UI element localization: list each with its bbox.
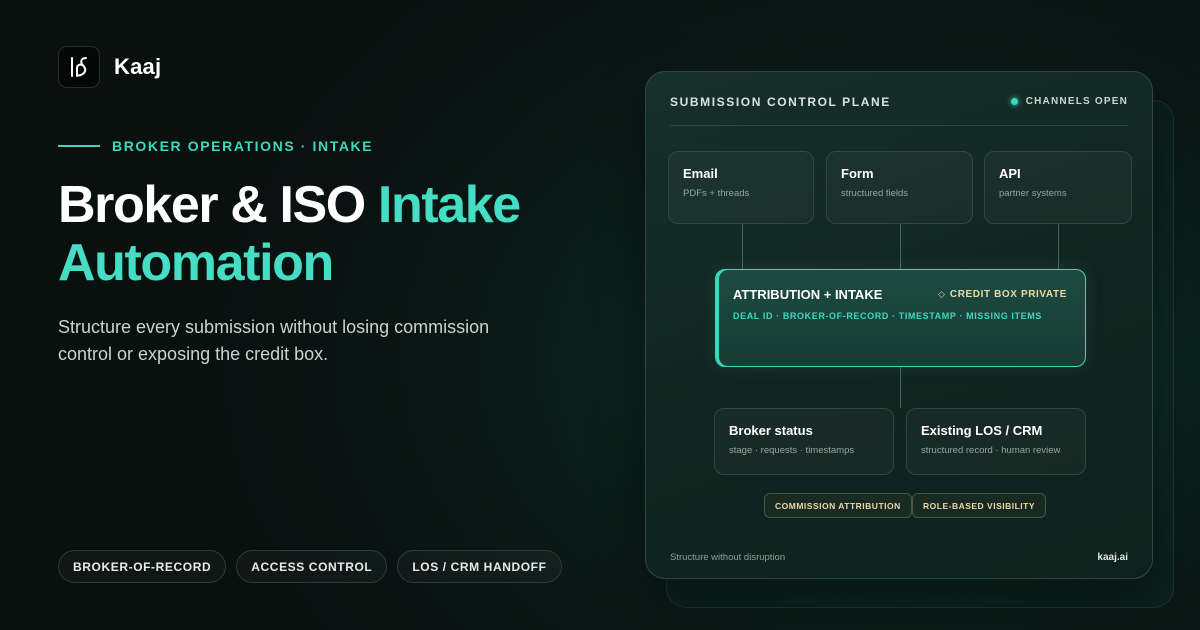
output-card-broker-status[interactable]: Broker status stage · requests · timesta… [714, 408, 894, 475]
eyebrow: BROKER OPERATIONS · INTAKE [58, 138, 373, 154]
panel-divider [670, 125, 1128, 126]
channel-sub: partner systems [999, 188, 1067, 199]
pill-los-crm-handoff: LOS / CRM HANDOFF [397, 550, 562, 583]
channel-sub: structured fields [841, 188, 909, 199]
attribution-intake-card[interactable]: ATTRIBUTION + INTAKE ◇ CREDIT BOX PRIVAT… [715, 269, 1086, 367]
headline: Broker & ISO Intake Automation [58, 176, 618, 292]
channel-title: Form [841, 166, 874, 181]
pill-broker-of-record: BROKER-OF-RECORD [58, 550, 227, 583]
feature-pills: BROKER-OF-RECORD ACCESS CONTROL LOS / CR… [58, 550, 562, 583]
headline-accent1: Intake [377, 176, 521, 234]
credit-box-badge-text: CREDIT BOX PRIVATE [949, 289, 1067, 300]
panel-footer-tagline: Structure without disruption [670, 552, 786, 563]
channel-card-form[interactable]: Form structured fields [826, 151, 973, 224]
submission-control-panel: SUBMISSION CONTROL PLANE CHANNELS OPEN E… [645, 71, 1153, 579]
kaaj-monogram-icon [58, 46, 100, 88]
connector-outputs [900, 367, 901, 408]
attribution-fields: DEAL ID · BROKER-OF-RECORD · TIMESTAMP ·… [733, 311, 1042, 321]
headline-accent2: Automation [58, 234, 334, 292]
status-text: CHANNELS OPEN [1025, 96, 1128, 107]
pill-access-control: ACCESS CONTROL [236, 550, 388, 583]
brand-name: Kaaj [114, 54, 162, 79]
attribution-title: ATTRIBUTION + INTAKE [733, 287, 883, 302]
channel-title: Email [683, 166, 718, 181]
status-dot-icon [1010, 98, 1018, 105]
panel-footer-domain[interactable]: kaaj.ai [1097, 552, 1128, 563]
output-sub: structured record · human review [921, 445, 1061, 456]
tag-role-based-visibility: ROLE-BASED VISIBILITY [912, 493, 1047, 518]
tag-commission-attribution: COMMISSION ATTRIBUTION [764, 493, 912, 518]
eyebrow-text: BROKER OPERATIONS · INTAKE [112, 138, 374, 154]
connector-email [742, 224, 743, 269]
output-card-los-crm[interactable]: Existing LOS / CRM structured record · h… [906, 408, 1086, 475]
credit-box-badge: ◇ CREDIT BOX PRIVATE [938, 289, 1067, 300]
channel-card-api[interactable]: API partner systems [984, 151, 1132, 224]
eyebrow-line [58, 145, 100, 147]
brand[interactable]: Kaaj [58, 46, 161, 88]
output-title: Broker status [729, 423, 813, 438]
channel-title: API [999, 166, 1021, 181]
headline-part1: Broker & ISO [58, 176, 378, 234]
output-title: Existing LOS / CRM [921, 423, 1043, 438]
connector-api [1058, 224, 1059, 269]
panel-title: SUBMISSION CONTROL PLANE [670, 95, 891, 109]
channel-card-email[interactable]: Email PDFs + threads [668, 151, 814, 224]
diamond-icon: ◇ [937, 289, 945, 299]
page: Kaaj BROKER OPERATIONS · INTAKE Broker &… [0, 0, 1200, 630]
connector-form [900, 224, 901, 269]
channel-sub: PDFs + threads [683, 188, 750, 199]
output-sub: stage · requests · timestamps [729, 445, 855, 456]
subhead: Structure every submission without losin… [58, 317, 490, 364]
channel-status: CHANNELS OPEN [1010, 96, 1128, 107]
